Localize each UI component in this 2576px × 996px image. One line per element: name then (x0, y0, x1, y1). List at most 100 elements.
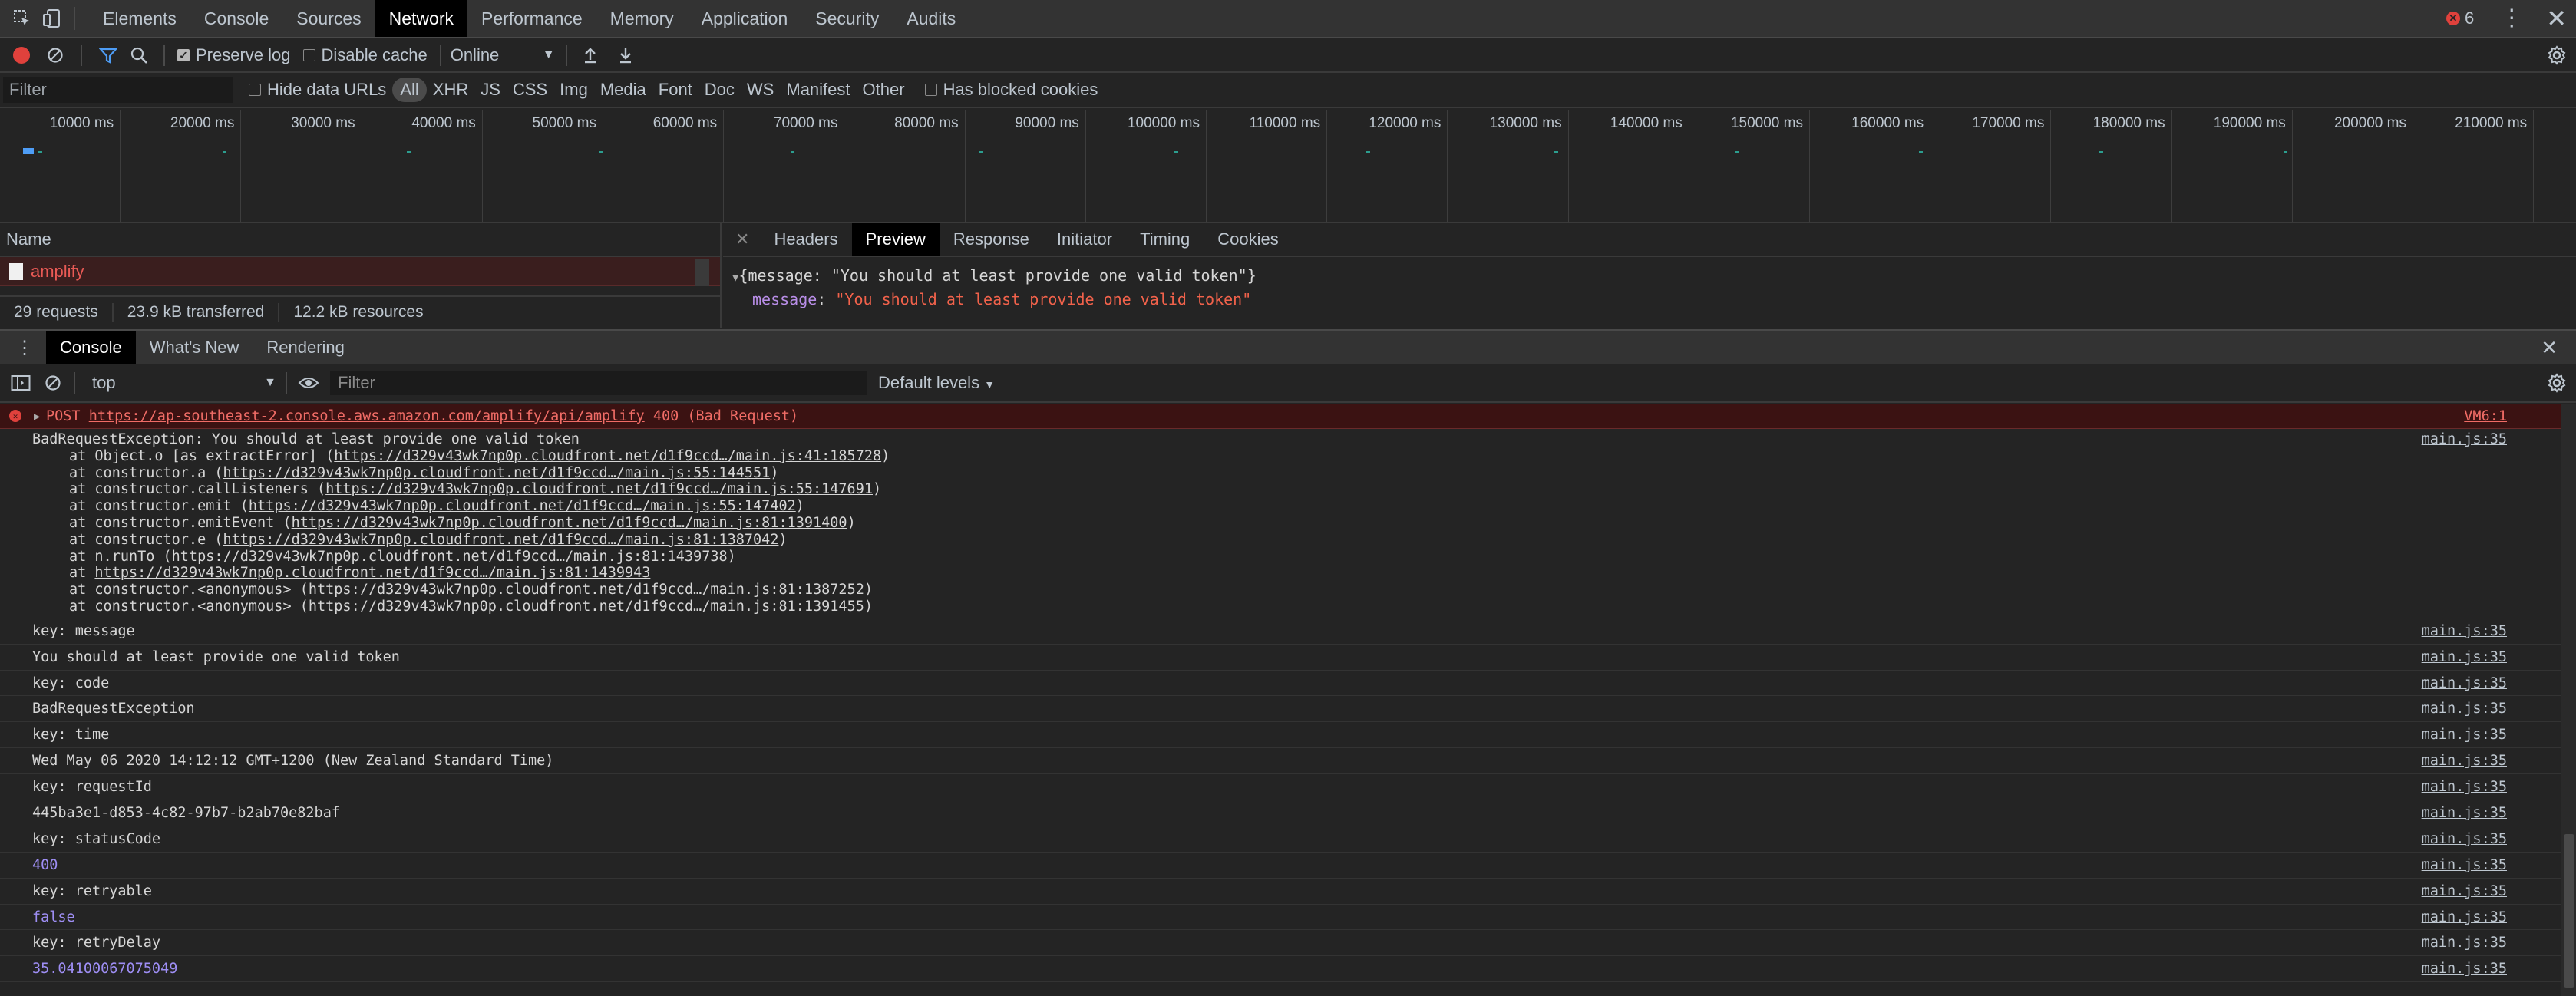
message-source-link[interactable]: main.js:35 (2422, 645, 2507, 671)
stack-frame-link[interactable]: https://d329v43wk7np0p.cloudfront.net/d1… (172, 549, 728, 565)
type-filter-img[interactable]: Img (553, 78, 594, 102)
device-toolbar-icon[interactable] (40, 7, 63, 30)
type-filter-js[interactable]: JS (474, 78, 507, 102)
message-source-link[interactable]: main.js:35 (2422, 853, 2507, 879)
details-tab-headers[interactable]: Headers (760, 223, 851, 256)
tab-sources[interactable]: Sources (282, 0, 375, 37)
close-details-icon[interactable]: ✕ (723, 229, 760, 249)
preserve-log-check[interactable] (177, 48, 190, 61)
throttling-select[interactable]: Online ▼ (451, 45, 555, 65)
hide-data-urls-checkbox[interactable]: Hide data URLs (249, 80, 386, 100)
stack-frame-link[interactable]: https://d329v43wk7np0p.cloudfront.net/d1… (94, 565, 650, 581)
stack-frame-link[interactable]: https://d329v43wk7np0p.cloudfront.net/d1… (334, 448, 881, 464)
tab-elements[interactable]: Elements (89, 0, 190, 37)
import-har-icon[interactable] (583, 46, 598, 64)
drawer-tab-what-s-new[interactable]: What's New (136, 331, 253, 364)
console-scrollbar[interactable] (2561, 404, 2576, 996)
network-settings-gear-icon[interactable] (2547, 45, 2567, 65)
name-column-header[interactable]: Name (0, 223, 720, 257)
details-tab-initiator[interactable]: Initiator (1043, 223, 1126, 256)
error-count-badge[interactable]: ✕ 6 (2446, 8, 2474, 28)
close-drawer-icon[interactable]: ✕ (2541, 338, 2558, 358)
type-filter-manifest[interactable]: Manifest (780, 78, 856, 102)
filter-icon[interactable] (99, 47, 117, 64)
message-source-link[interactable]: main.js:35 (2422, 800, 2507, 826)
stack-frame-link[interactable]: https://d329v43wk7np0p.cloudfront.net/d1… (249, 498, 796, 514)
tab-memory[interactable]: Memory (596, 0, 688, 37)
type-filter-xhr[interactable]: XHR (427, 78, 474, 102)
stack-frame-link[interactable]: https://d329v43wk7np0p.cloudfront.net/d1… (309, 582, 864, 598)
clear-icon[interactable] (47, 47, 64, 64)
message-source-link[interactable]: main.js:35 (2422, 879, 2507, 905)
message-source-link[interactable]: VM6:1 (2464, 404, 2507, 429)
request-url-link[interactable]: https://ap-southeast-2.console.aws.amazo… (89, 408, 645, 424)
type-filter-other[interactable]: Other (857, 78, 911, 102)
network-error-message[interactable]: ✕ ▶ POST https://ap-southeast-2.console.… (0, 404, 2561, 429)
stack-frame-link[interactable]: https://d329v43wk7np0p.cloudfront.net/d1… (292, 515, 847, 531)
tab-network[interactable]: Network (375, 0, 467, 37)
details-tab-timing[interactable]: Timing (1126, 223, 1204, 256)
message-source-link[interactable]: main.js:35 (2422, 618, 2507, 645)
message-source-link[interactable]: main.js:35 (2422, 671, 2507, 697)
tab-application[interactable]: Application (688, 0, 802, 37)
tab-console[interactable]: Console (190, 0, 282, 37)
stack-frame-link[interactable]: https://d329v43wk7np0p.cloudfront.net/d1… (309, 599, 864, 615)
export-har-icon[interactable] (618, 46, 633, 64)
message-source-link[interactable]: main.js:35 (2422, 431, 2507, 448)
message-source-link[interactable]: main.js:35 (2422, 905, 2507, 931)
show-sidebar-icon[interactable] (11, 374, 31, 391)
console-settings-gear-icon[interactable] (2547, 373, 2567, 393)
stack-frame-link[interactable]: https://d329v43wk7np0p.cloudfront.net/d1… (223, 532, 778, 548)
message-source-link[interactable]: main.js:35 (2422, 930, 2507, 956)
timeline-tick-label: 150000 ms (1689, 110, 1810, 222)
clear-console-icon[interactable] (45, 374, 61, 391)
message-source-link[interactable]: main.js:35 (2422, 774, 2507, 800)
network-overview-timeline[interactable]: 10000 ms 20000 ms 30000 ms 40000 ms 50000 ms… (0, 110, 2576, 223)
search-icon[interactable] (130, 46, 148, 64)
log-levels-select[interactable]: Default levels ▼ (878, 373, 995, 393)
disable-cache-checkbox[interactable]: Disable cache (302, 45, 428, 65)
has-blocked-cookies-check[interactable] (924, 84, 937, 96)
type-filter-doc[interactable]: Doc (698, 78, 741, 102)
details-tab-cookies[interactable]: Cookies (1204, 223, 1292, 256)
message-source-link[interactable]: main.js:35 (2422, 956, 2507, 982)
record-button[interactable] (13, 46, 30, 64)
live-expression-eye-icon[interactable] (298, 375, 319, 391)
more-options-icon[interactable]: ⋮ (2500, 7, 2523, 30)
disable-cache-check[interactable] (302, 48, 315, 61)
close-devtools-icon[interactable]: ✕ (2546, 6, 2567, 31)
stack-frame-link[interactable]: https://d329v43wk7np0p.cloudfront.net/d1… (223, 465, 770, 481)
details-tab-preview[interactable]: Preview (851, 223, 940, 256)
request-row[interactable]: amplify (0, 257, 720, 286)
drawer-tab-rendering[interactable]: Rendering (253, 331, 358, 364)
details-tab-response[interactable]: Response (940, 223, 1043, 256)
request-list-scrollbar[interactable] (695, 259, 709, 286)
stack-frame-link[interactable]: https://d329v43wk7np0p.cloudfront.net/d1… (325, 481, 873, 497)
type-filter-font[interactable]: Font (652, 78, 698, 102)
drawer-menu-icon[interactable]: ⋮ (0, 337, 46, 359)
message-source-link[interactable]: main.js:35 (2422, 722, 2507, 748)
scrollbar-thumb[interactable] (2564, 834, 2574, 988)
inspect-element-icon[interactable] (11, 7, 34, 30)
tab-security[interactable]: Security (801, 0, 893, 37)
preview-object-summary[interactable]: ▼{message: "You should at least provide … (732, 265, 2567, 289)
has-blocked-cookies-checkbox[interactable]: Has blocked cookies (924, 80, 1098, 100)
message-source-link[interactable]: main.js:35 (2422, 826, 2507, 853)
expand-triangle-icon[interactable]: ▶ (34, 404, 40, 429)
tab-audits[interactable]: Audits (893, 0, 969, 37)
type-filter-css[interactable]: CSS (507, 78, 553, 102)
drawer-tab-console[interactable]: Console (46, 331, 136, 364)
timeline-request-bar (1919, 151, 1923, 153)
type-filter-media[interactable]: Media (594, 78, 652, 102)
hide-data-urls-check[interactable] (249, 84, 261, 96)
message-source-link[interactable]: main.js:35 (2422, 696, 2507, 722)
preserve-log-checkbox[interactable]: Preserve log (177, 45, 291, 65)
console-log-line: key: code main.js:35 (0, 671, 2561, 697)
console-filter-input[interactable]: Filter (330, 371, 867, 395)
type-filter-ws[interactable]: WS (741, 78, 780, 102)
type-filter-all[interactable]: All (392, 78, 427, 102)
message-source-link[interactable]: main.js:35 (2422, 748, 2507, 774)
execution-context-select[interactable]: top ▼ (92, 373, 276, 393)
network-filter-input[interactable]: Filter (3, 77, 233, 103)
tab-performance[interactable]: Performance (467, 0, 596, 37)
